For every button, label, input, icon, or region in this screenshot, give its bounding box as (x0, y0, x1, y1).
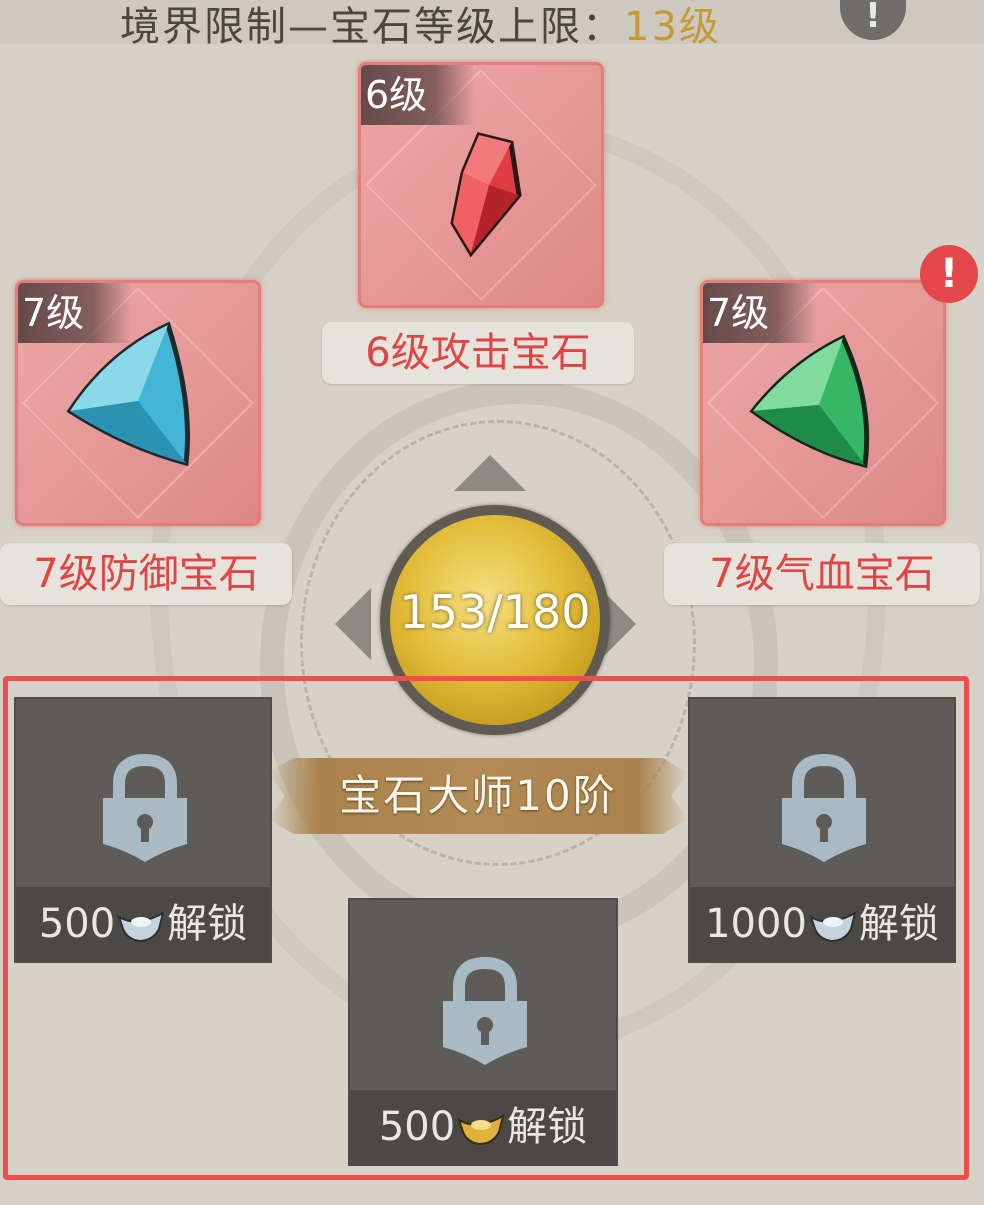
gem-name-attack: 6级攻击宝石 (322, 322, 634, 384)
gem-level-tag: 7级 (703, 283, 817, 343)
realm-limit-label: 境界限制—宝石等级上限： (120, 4, 624, 50)
gem-slot-defense[interactable]: 7级 (15, 280, 261, 526)
gem-name-vitality: 7级气血宝石 (664, 543, 980, 605)
gem-name-defense: 7级防御宝石 (0, 543, 292, 605)
gem-level-tag: 7级 (18, 283, 132, 343)
gem-level-tag: 6级 (361, 65, 475, 125)
gem-slot-vitality[interactable]: 7级 (700, 280, 946, 526)
realm-limit-value: 13级 (624, 4, 721, 50)
gem-slot-attack[interactable]: 6级 (358, 62, 604, 308)
realm-limit-text: 境界限制—宝石等级上限：13级 (120, 0, 721, 52)
alert-badge-icon: ! (920, 245, 978, 303)
info-icon[interactable]: ! (840, 0, 906, 40)
realm-limit-header: 境界限制—宝石等级上限：13级 ! (0, 0, 984, 50)
highlight-frame (3, 676, 969, 1180)
progress-text: 153/180 (399, 585, 591, 639)
arrow-up-icon (454, 455, 526, 491)
